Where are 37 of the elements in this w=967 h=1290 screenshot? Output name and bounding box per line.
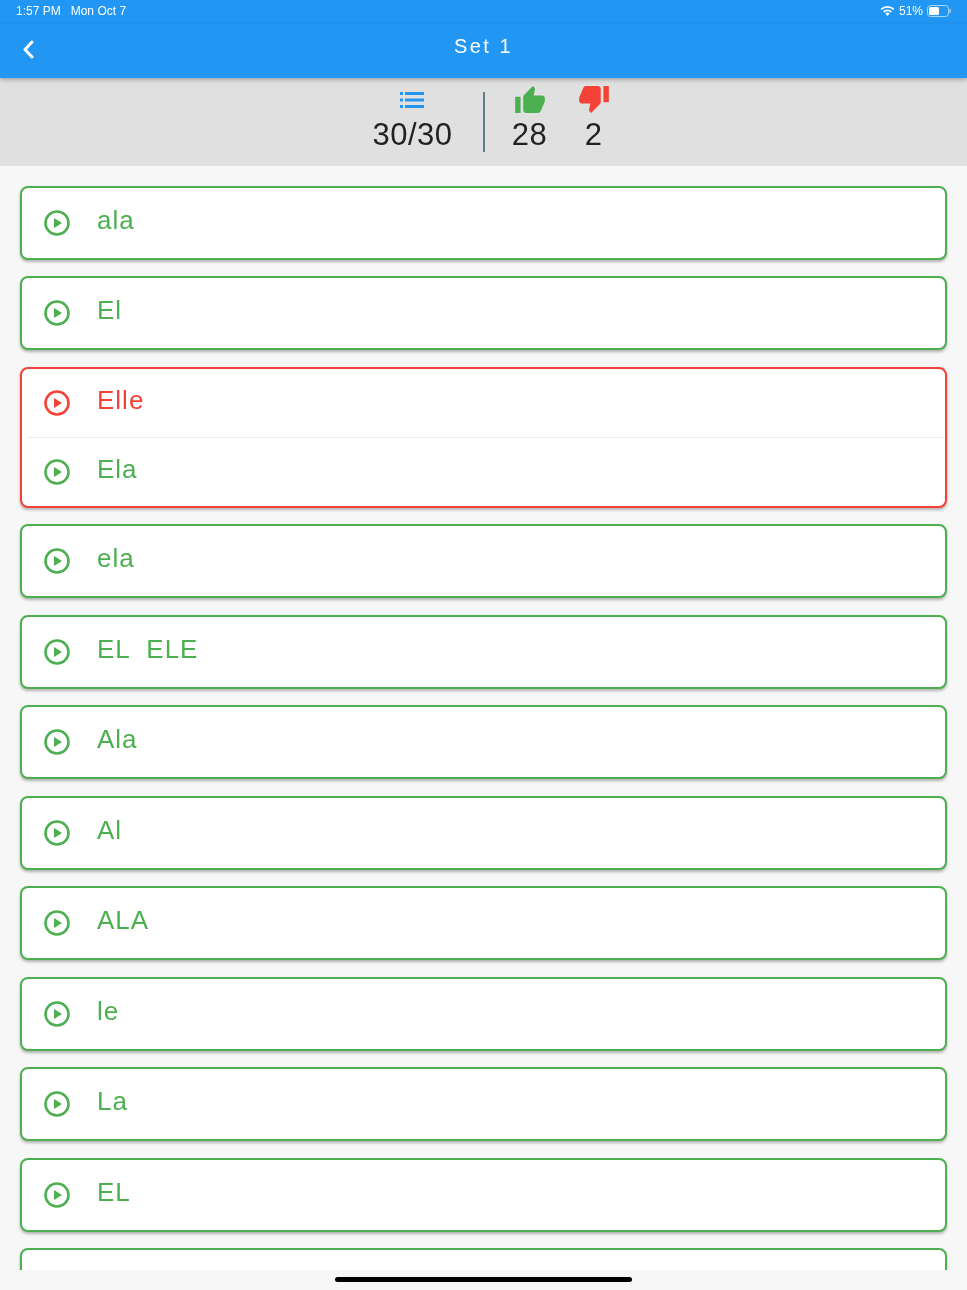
word-text: La (97, 1086, 128, 1119)
word-text: EL (97, 1176, 131, 1209)
word-text: ALA (97, 905, 150, 938)
status-time: 1:57 PM (16, 4, 61, 18)
play-icon[interactable] (44, 1091, 70, 1118)
battery-percent: 51% (898, 4, 923, 18)
play-icon[interactable] (44, 819, 70, 846)
word-text: ala (97, 204, 135, 237)
list-icon (400, 91, 425, 108)
play-icon[interactable] (44, 910, 70, 937)
word-text: EL ELE (97, 633, 199, 666)
play-icon[interactable] (44, 389, 70, 416)
correct-count: 28 (511, 116, 548, 153)
word-text: El (97, 295, 123, 328)
chevron-left-icon (22, 40, 34, 60)
play-icon[interactable] (44, 209, 70, 236)
thumbs-down-icon (578, 86, 609, 114)
play-icon[interactable] (44, 300, 70, 327)
wrong-count: 2 (584, 116, 603, 153)
total-count: 30/30 (372, 116, 453, 153)
status-date: Mon Oct 7 (70, 4, 127, 18)
word-text: le (97, 995, 120, 1028)
thumbs-up-icon (514, 86, 545, 114)
word-text: Ala (97, 724, 138, 757)
play-icon[interactable] (44, 729, 70, 756)
play-icon[interactable] (44, 638, 70, 665)
play-icon[interactable] (44, 458, 70, 485)
word-text: Ela (97, 453, 138, 486)
battery-icon (927, 5, 951, 17)
word-text: Elle (97, 384, 145, 417)
play-icon[interactable] (44, 548, 70, 575)
play-icon[interactable] (44, 1000, 70, 1027)
word-text: ela (97, 543, 135, 576)
word-text: Al (97, 814, 123, 847)
wifi-icon (879, 5, 895, 17)
screen-title: Set 1 (453, 34, 514, 60)
play-icon[interactable] (44, 1181, 70, 1208)
